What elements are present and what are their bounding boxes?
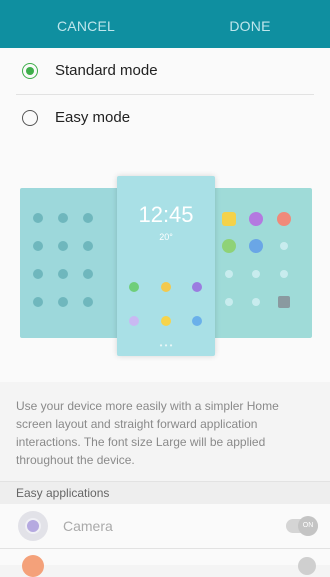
weather-text: 20° xyxy=(159,232,173,242)
app-grid-icon xyxy=(33,213,93,307)
action-bar: CANCEL DONE xyxy=(0,0,330,48)
gallery-icon xyxy=(161,316,171,326)
easy-app-camera[interactable]: Camera ON xyxy=(0,504,330,548)
standard-mode-option[interactable]: Standard mode xyxy=(0,48,330,95)
preview-screen-center: 12:45 20° • • • xyxy=(117,176,215,356)
list-item xyxy=(0,548,330,577)
preview-screen-left xyxy=(20,188,122,338)
easy-mode-label: Easy mode xyxy=(55,109,131,126)
clock-text: 12:45 xyxy=(138,202,194,227)
home-screen-preview: 12:45 20° • • • xyxy=(0,142,330,382)
mode-description: Use your device more easily with a simpl… xyxy=(16,399,279,467)
message-icon xyxy=(161,282,171,292)
preview-screen-right xyxy=(210,188,312,338)
cancel-button[interactable]: CANCEL xyxy=(44,0,128,48)
app-icon xyxy=(22,555,44,577)
app-grid-icon xyxy=(222,212,291,308)
internet-icon xyxy=(192,282,202,292)
standard-mode-label: Standard mode xyxy=(55,62,158,79)
camera-icon xyxy=(129,316,139,326)
camera-toggle[interactable]: ON xyxy=(286,516,318,536)
easy-mode-radio[interactable] xyxy=(22,110,38,126)
toggle-knob: ON xyxy=(298,516,318,536)
phone-icon xyxy=(129,282,139,292)
standard-mode-radio[interactable] xyxy=(22,63,38,79)
mode-list: Standard mode Easy mode xyxy=(0,48,330,142)
section-header-label: Easy applications xyxy=(16,486,110,500)
app-label: Camera xyxy=(63,518,113,534)
camera-icon xyxy=(18,511,48,541)
section-header: Easy applications xyxy=(0,481,330,504)
music-icon xyxy=(192,316,202,326)
easy-mode-option[interactable]: Easy mode xyxy=(0,95,330,142)
done-button[interactable]: DONE xyxy=(205,0,295,48)
page-indicator: • • • xyxy=(159,341,173,350)
toggle-icon xyxy=(298,557,316,575)
